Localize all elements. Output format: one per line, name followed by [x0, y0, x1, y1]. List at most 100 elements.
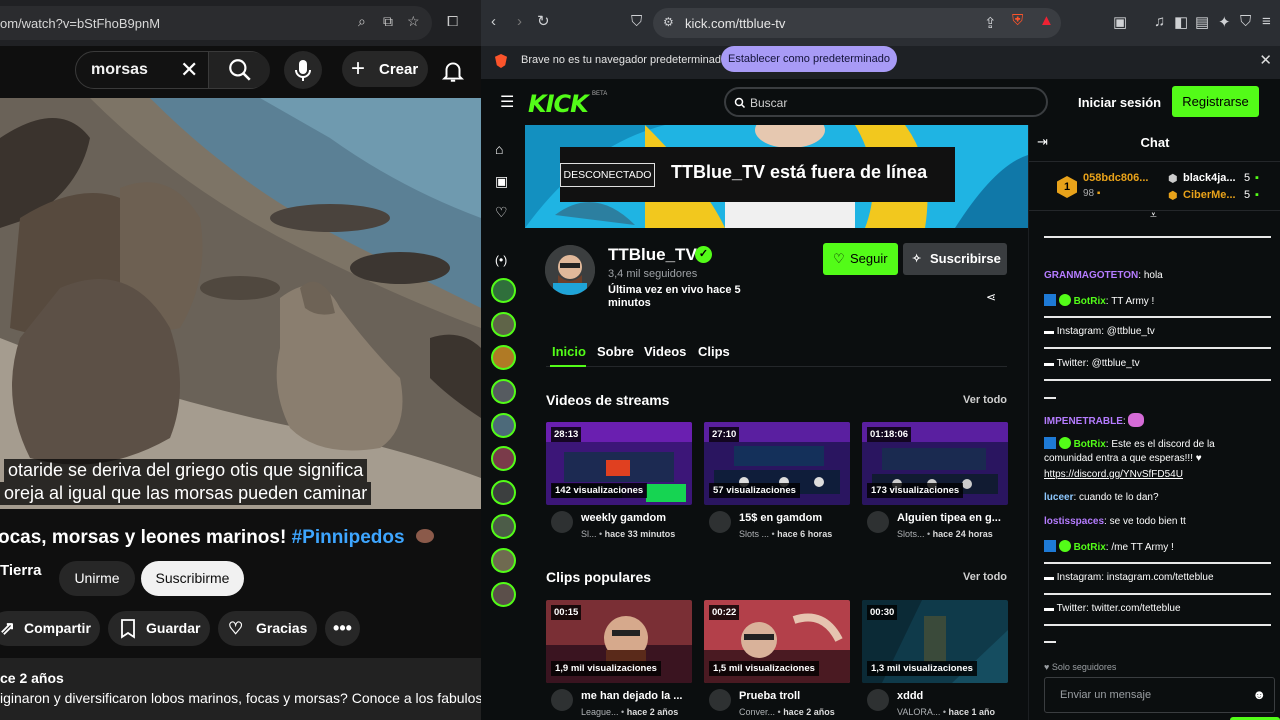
clear-search-icon[interactable]: ✕	[180, 57, 198, 83]
more-actions-button[interactable]: •••	[325, 611, 360, 646]
chat-username[interactable]: luceer	[1044, 492, 1073, 503]
subscribe-button[interactable]: Suscribirme	[141, 561, 244, 596]
save-label: Guardar	[146, 620, 201, 636]
address-bar[interactable]: ⚙ kick.com/ttblue-tv	[653, 8, 1061, 38]
reload-icon[interactable]: ↻	[537, 12, 550, 30]
tab-inicio[interactable]: Inicio	[552, 344, 586, 359]
clips-see-all-link[interactable]: Ver todo	[963, 571, 1007, 583]
followed-channel-avatar[interactable]	[491, 446, 516, 471]
stream-category: Slots ...	[739, 529, 770, 539]
video-player[interactable]: otaride se deriva del griego otis que si…	[0, 98, 481, 509]
search-button[interactable]	[208, 52, 270, 88]
followed-channel-avatar[interactable]	[491, 278, 516, 303]
followed-channel-avatar[interactable]	[491, 582, 516, 607]
tab-videos[interactable]: Videos	[644, 344, 686, 359]
home-icon[interactable]: ⌂	[495, 141, 503, 157]
create-button[interactable]: + Crear	[342, 51, 428, 87]
description-box[interactable]: ce 2 años iginaron y diversificaron lobo…	[0, 658, 481, 720]
chat-username[interactable]: IMPENETRABLE	[1044, 416, 1123, 427]
kick-logo[interactable]: KICK	[528, 90, 589, 118]
brave-rewards-icon[interactable]: ▲	[1039, 12, 1054, 29]
wallet-icon[interactable]: ▤	[1195, 13, 1209, 31]
youtube-url-field[interactable]: om/watch?v=bStFhoB9pnM	[0, 6, 432, 40]
chat-username[interactable]: lostisspaces	[1044, 516, 1104, 527]
hashtag-link[interactable]: #Pinnipedos	[292, 527, 405, 548]
followed-channel-avatar[interactable]	[491, 480, 516, 505]
vpn-icon[interactable]: ⛉	[1240, 13, 1251, 30]
chat-divider	[1044, 562, 1271, 564]
gifter-name[interactable]: CiberMe...	[1183, 189, 1236, 201]
follow-button[interactable]: ♡ Seguir	[823, 243, 898, 275]
site-info-icon[interactable]: ⚙	[663, 15, 674, 29]
browse-icon[interactable]: ▣	[495, 173, 508, 190]
brave-window: ‹ › ↻ ⛉ ⚙ kick.com/ttblue-tv ⇪ ⛨ ▲ ▣ ♫ ◧…	[481, 0, 1280, 720]
leo-icon[interactable]: ✦	[1218, 13, 1231, 31]
clip-meta: League... • hace 2 años	[581, 707, 679, 717]
channel-name[interactable]: Tierra	[0, 562, 41, 579]
brave-shields-icon[interactable]: ⛨	[1012, 12, 1023, 29]
chat-username[interactable]: BotRix	[1074, 439, 1106, 450]
notifications-bell-icon[interactable]	[440, 58, 466, 84]
emoji-picker-icon[interactable]: ☻	[1252, 687, 1266, 702]
channel-avatar[interactable]	[545, 245, 595, 295]
share-button[interactable]: ⇗ Compartir	[0, 611, 100, 646]
top-gifter-name[interactable]: 058bdc806...	[1083, 172, 1148, 184]
media-icon[interactable]: ♫	[1154, 13, 1165, 30]
thanks-button[interactable]: ♡ Gracias	[218, 611, 317, 646]
followed-channel-avatar[interactable]	[491, 413, 516, 438]
search-input[interactable]: morsas	[91, 61, 148, 79]
chat-username[interactable]: GRANMAGOTETON	[1044, 270, 1138, 281]
menu-icon[interactable]: ≡	[1262, 13, 1271, 30]
tab-clips[interactable]: Clips	[698, 344, 730, 359]
live-icon[interactable]: (•)	[495, 253, 507, 267]
save-button[interactable]: Guardar	[108, 611, 210, 646]
subscribe-button[interactable]: ✧ Suscribirse	[903, 243, 1007, 275]
followed-channel-avatar[interactable]	[491, 312, 516, 337]
voice-search-button[interactable]	[284, 51, 322, 89]
install-icon[interactable]: ⧉	[383, 13, 393, 30]
discord-link[interactable]: https://discord.gg/YNvSfFD54U	[1044, 469, 1183, 481]
followed-channel-avatar[interactable]	[491, 514, 516, 539]
set-default-button[interactable]: Establecer como predeterminado	[721, 46, 897, 72]
kick-search-input[interactable]: Buscar	[724, 87, 1048, 117]
streams-see-all-link[interactable]: Ver todo	[963, 394, 1007, 406]
tab-sobre[interactable]: Sobre	[597, 344, 634, 359]
login-link[interactable]: Iniciar sesión	[1078, 95, 1161, 110]
chat-text: hola	[1143, 270, 1163, 281]
gifter-name[interactable]: black4ja...	[1183, 172, 1236, 184]
followed-channel-avatar[interactable]	[491, 345, 516, 370]
chat-input-placeholder: Enviar un mensaje	[1060, 689, 1152, 701]
close-infobar-icon[interactable]: ✕	[1259, 51, 1272, 69]
forward-icon[interactable]: ›	[517, 13, 522, 30]
search-box[interactable]: morsas ✕	[75, 51, 270, 89]
register-button[interactable]: Registrarse	[1172, 86, 1259, 117]
extensions-icon[interactable]: ⧠	[447, 13, 458, 30]
following-heart-icon[interactable]: ♡	[495, 204, 508, 221]
microphone-icon	[295, 60, 311, 81]
share-icon[interactable]: ⋖	[986, 290, 996, 304]
star-icon[interactable]: ☆	[407, 13, 420, 30]
stream-views: 142 visualizaciones	[551, 483, 648, 498]
back-icon[interactable]: ‹	[491, 13, 496, 30]
clip-title: xddd	[897, 690, 924, 702]
chat-username[interactable]: BotRix	[1074, 296, 1106, 307]
reader-icon[interactable]: ▣	[1113, 13, 1127, 31]
followed-channel-avatar[interactable]	[491, 548, 516, 573]
dash-icon: ▬	[1044, 326, 1057, 337]
chat-message-input[interactable]: Enviar un mensaje ☻	[1044, 677, 1275, 713]
sparkle-icon: ✧	[912, 253, 922, 265]
sidebar-icon[interactable]: ◧	[1174, 13, 1188, 31]
followed-channel-avatar[interactable]	[491, 379, 516, 404]
tab-divider	[546, 366, 1007, 367]
stream-channel-avatar	[709, 511, 731, 533]
chat-username[interactable]: BotRix	[1074, 542, 1106, 553]
join-button[interactable]: Unirme	[59, 561, 135, 596]
hamburger-menu-icon[interactable]: ☰	[500, 92, 514, 112]
bookmark-icon[interactable]: ⛉	[631, 13, 642, 30]
youtube-address-bar: om/watch?v=bStFhoB9pnM ⌕ ⧉ ☆ ⧠	[0, 0, 481, 46]
youtube-window: om/watch?v=bStFhoB9pnM ⌕ ⧉ ☆ ⧠ morsas ✕ …	[0, 0, 481, 720]
search-icon	[229, 59, 251, 81]
share-page-icon[interactable]: ⇪	[984, 14, 997, 32]
gifter-badge-icon: ⬢	[1168, 173, 1178, 185]
search-icon[interactable]: ⌕	[358, 13, 366, 30]
